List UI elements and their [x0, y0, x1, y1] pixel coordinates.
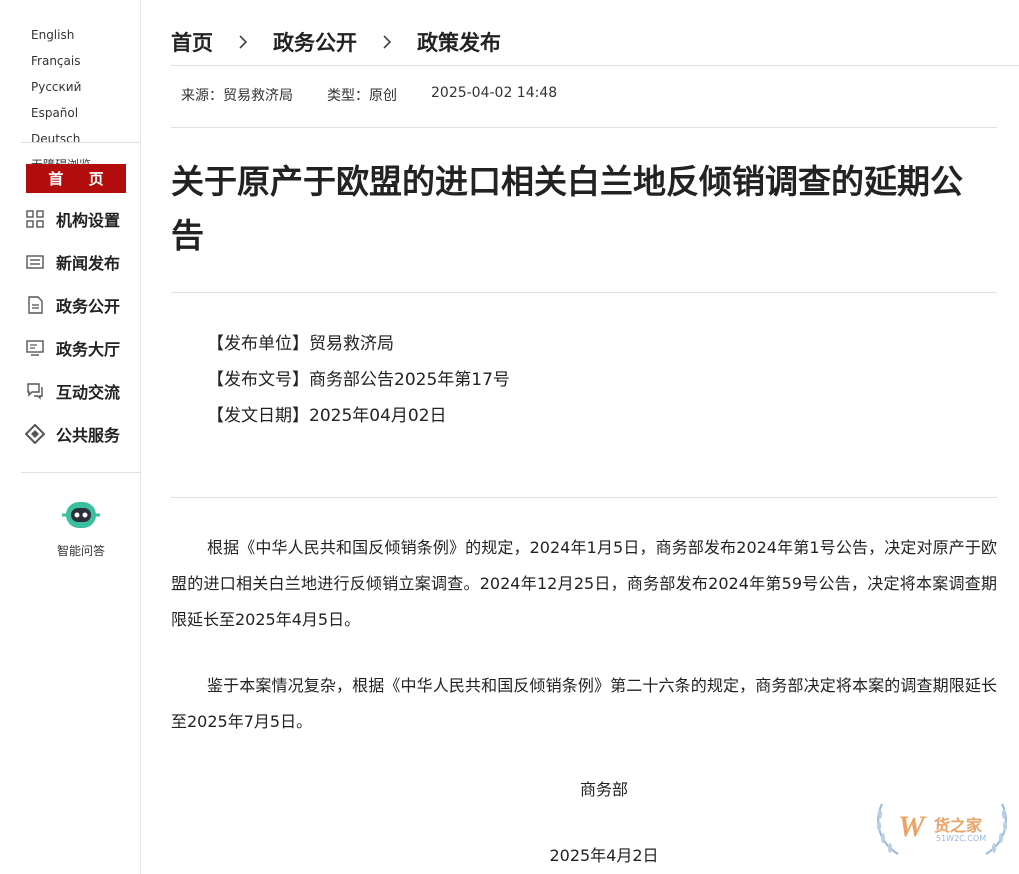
nav-home-button[interactable]: 首 页 — [26, 164, 126, 193]
watermark-logo: W 货之家 51W2C.COM — [874, 796, 1010, 860]
chat-icon — [25, 381, 45, 401]
breadcrumb-policy-release[interactable]: 政策发布 — [417, 27, 501, 57]
nav-item-news[interactable]: 新闻发布 — [21, 240, 140, 283]
nav-item-label: 互动交流 — [56, 382, 121, 402]
service-diamond-icon — [25, 423, 45, 444]
document-icon — [25, 295, 45, 315]
lang-russian-link[interactable]: Русский — [31, 80, 81, 94]
svg-text:W: W — [898, 810, 927, 843]
nav-item-label: 机构设置 — [56, 210, 121, 230]
nav-list: 机构设置 新闻发布 政务公开 政务大厅 互动交流 公共服务 — [21, 197, 140, 455]
chevron-right-icon — [237, 34, 249, 50]
robot-icon — [58, 502, 104, 536]
breadcrumb-home[interactable]: 首页 — [171, 27, 213, 57]
chevron-right-icon — [381, 34, 393, 50]
nav-item-label: 公共服务 — [56, 425, 121, 445]
article-meta: 来源：贸易救济局 类型：原创 2025-04-02 14:48 — [181, 85, 591, 105]
nav-divider — [21, 472, 140, 473]
lang-english-link[interactable]: English — [31, 28, 74, 42]
nav-item-interaction[interactable]: 互动交流 — [21, 369, 140, 412]
nav-item-label: 政务大厅 — [56, 339, 121, 359]
meta-type: 类型：原创 — [327, 88, 397, 104]
nav-item-public-service[interactable]: 公共服务 — [21, 412, 140, 455]
nav-item-gov-affairs[interactable]: 政务公开 — [21, 283, 140, 326]
smart-qa-label: 智能问答 — [56, 544, 105, 558]
nav-item-label: 新闻发布 — [56, 253, 121, 273]
meta-datetime: 2025-04-02 14:48 — [431, 85, 558, 101]
language-row-2: Русский Español — [31, 74, 139, 126]
article-paragraph: 根据《中华人民共和国反倾销条例》的规定，2024年1月5日，商务部发布2024年… — [171, 538, 997, 629]
watermark-site: 51W2C.COM — [936, 834, 987, 843]
nav-item-service-hall[interactable]: 政务大厅 — [21, 326, 140, 369]
nav-item-org[interactable]: 机构设置 — [21, 197, 140, 240]
meta-source: 来源：贸易救济局 — [181, 88, 293, 104]
nav-item-label: 政务公开 — [56, 296, 121, 316]
watermark-brand: 货之家 — [934, 816, 983, 835]
lang-spanish-link[interactable]: Español — [31, 106, 78, 120]
article-paragraph: 鉴于本案情况复杂，根据《中华人民共和国反倾销条例》第二十六条的规定，商务部决定将… — [171, 676, 997, 731]
divider — [171, 497, 997, 498]
article-info: 【发布单位】贸易救济局 【发布文号】商务部公告2025年第17号 【发文日期】2… — [207, 326, 510, 434]
monitor-icon — [25, 338, 45, 358]
info-date: 【发文日期】2025年04月02日 — [207, 406, 447, 426]
sidebar: English Français Русский Español Deutsch… — [0, 0, 141, 874]
divider — [171, 292, 997, 293]
smart-qa-button[interactable]: 智能问答 — [40, 498, 122, 559]
news-list-icon — [25, 252, 45, 272]
info-unit: 【发布单位】贸易救济局 — [207, 334, 394, 354]
info-doc-number: 【发布文号】商务部公告2025年第17号 — [207, 370, 510, 390]
org-grid-icon — [25, 209, 45, 229]
breadcrumb: 首页 政务公开 政策发布 — [171, 27, 501, 57]
main-nav: 首 页 机构设置 新闻发布 政务公开 政务大厅 互动交流 公共服务 — [21, 142, 140, 455]
language-row-1: English Français — [31, 22, 139, 74]
article-title: 关于原产于欧盟的进口相关白兰地反倾销调查的延期公告 — [171, 162, 963, 255]
divider — [171, 65, 1019, 66]
divider — [171, 127, 997, 128]
lang-french-link[interactable]: Français — [31, 54, 80, 68]
breadcrumb-gov-affairs[interactable]: 政务公开 — [273, 27, 357, 57]
